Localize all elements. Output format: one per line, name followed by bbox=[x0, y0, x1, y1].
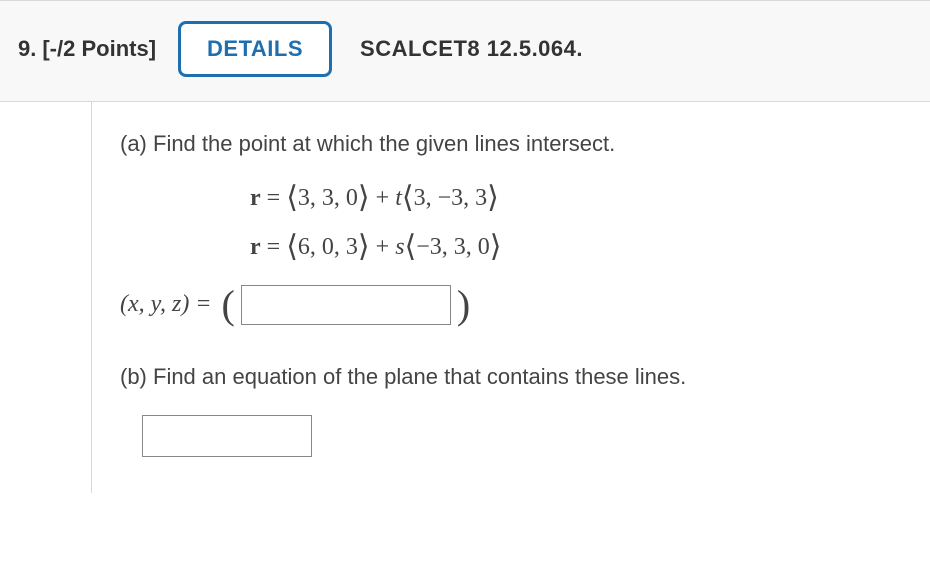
direction-values: −3, 3, 0 bbox=[416, 234, 490, 260]
equation-1: r = ⟨3, 3, 0⟩ + t⟨3, −3, 3⟩ bbox=[250, 174, 686, 218]
details-button[interactable]: DETAILS bbox=[178, 21, 332, 77]
angle-open: ⟨ bbox=[402, 181, 414, 214]
answer-label: (x, y, z) = bbox=[120, 287, 212, 322]
angle-open: ⟨ bbox=[286, 181, 298, 214]
angle-close: ⟩ bbox=[358, 230, 370, 263]
vector-r: r bbox=[250, 234, 261, 260]
question-number: 9. bbox=[18, 36, 36, 62]
equations-block: r = ⟨3, 3, 0⟩ + t⟨3, −3, 3⟩ r = ⟨6, 0, 3… bbox=[250, 174, 686, 267]
plus: + bbox=[370, 185, 396, 211]
angle-close: ⟩ bbox=[358, 181, 370, 214]
equation-2: r = ⟨6, 0, 3⟩ + s⟨−3, 3, 0⟩ bbox=[250, 223, 686, 267]
angle-open: ⟨ bbox=[405, 230, 417, 263]
equals: = bbox=[261, 234, 287, 260]
param-t: t bbox=[395, 185, 402, 211]
question-header: 9. [-/2 Points] DETAILS SCALCET8 12.5.06… bbox=[0, 0, 930, 102]
question-source: SCALCET8 12.5.064. bbox=[360, 36, 583, 62]
equals: = bbox=[261, 185, 287, 211]
plus: + bbox=[370, 234, 396, 260]
vector-r: r bbox=[250, 185, 261, 211]
answer-input-b[interactable] bbox=[142, 415, 312, 457]
vector-values: 3, 3, 0 bbox=[298, 185, 358, 211]
angle-close: ⟩ bbox=[487, 181, 499, 214]
paren-close: ) bbox=[457, 285, 470, 325]
part-a-text: (a) Find the point at which the given li… bbox=[120, 128, 686, 160]
angle-close: ⟩ bbox=[490, 230, 502, 263]
question-body: (a) Find the point at which the given li… bbox=[0, 102, 930, 493]
angle-open: ⟨ bbox=[286, 230, 298, 263]
vector-values: 6, 0, 3 bbox=[298, 234, 358, 260]
answer-input-a[interactable] bbox=[241, 285, 451, 325]
part-b-text: (b) Find an equation of the plane that c… bbox=[120, 361, 686, 393]
left-gutter bbox=[0, 102, 92, 493]
paren-open: ( bbox=[222, 285, 235, 325]
param-s: s bbox=[395, 234, 404, 260]
direction-values: 3, −3, 3 bbox=[414, 185, 488, 211]
content-area: (a) Find the point at which the given li… bbox=[92, 102, 714, 493]
points-label: [-/2 Points] bbox=[42, 36, 156, 62]
answer-row-a: (x, y, z) = ( ) bbox=[120, 285, 686, 325]
